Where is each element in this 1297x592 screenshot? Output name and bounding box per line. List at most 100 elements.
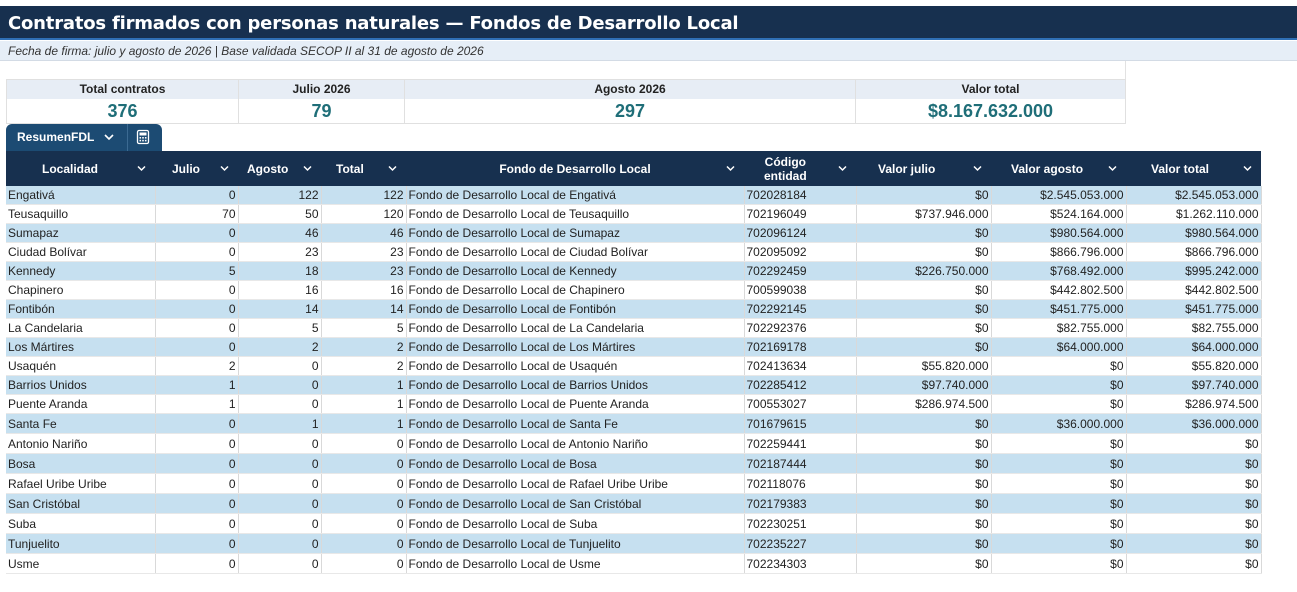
table-cell[interactable]: Sumapaz [6,223,156,243]
col-header-localidad[interactable]: Localidad [6,151,155,186]
table-cell[interactable]: 16 [238,280,322,300]
table-cell[interactable]: Kennedy [6,261,156,281]
table-cell[interactable]: 0 [238,493,322,514]
table-cell[interactable]: 120 [321,204,407,224]
filter-chevron-icon[interactable] [972,163,983,174]
table-cell[interactable]: 0 [238,356,322,376]
table-cell[interactable]: Fondo de Desarrollo Local de Fontibón [406,299,745,319]
table-cell[interactable]: $55.820.000 [856,356,992,376]
table-cell[interactable]: $0 [856,493,992,514]
table-cell[interactable]: 702259441 [744,433,857,454]
table-cell[interactable]: 1 [155,375,239,395]
table-cell[interactable]: Fondo de Desarrollo Local de Suba [406,513,745,534]
table-cell[interactable]: $0 [1126,533,1262,554]
table-cell[interactable]: Fondo de Desarrollo Local de Rafael Urib… [406,473,745,494]
table-cell[interactable]: $0 [1126,553,1262,574]
table-cell[interactable]: 0 [155,223,239,243]
col-header-total[interactable]: Total [321,151,406,186]
table-cell[interactable]: Usme [6,553,156,574]
table-cell[interactable]: $442.802.500 [1126,280,1262,300]
table-cell[interactable]: $55.820.000 [1126,356,1262,376]
table-cell[interactable]: 0 [155,493,239,514]
table-cell[interactable]: 0 [155,513,239,534]
table-cell[interactable]: 0 [321,513,407,534]
table-cell[interactable]: Fondo de Desarrollo Local de Antonio Nar… [406,433,745,454]
table-cell[interactable]: 702179383 [744,493,857,514]
table-cell[interactable]: $0 [856,337,992,357]
table-cell[interactable]: $0 [991,493,1127,514]
table-cell[interactable]: $737.946.000 [856,204,992,224]
table-cell[interactable]: 702095092 [744,242,857,262]
table-cell[interactable]: $2.545.053.000 [991,186,1127,205]
table-cell[interactable]: Fondo de Desarrollo Local de Los Mártire… [406,337,745,357]
table-cell[interactable]: 0 [155,318,239,338]
table-cell[interactable]: 2 [321,337,407,357]
table-cell[interactable]: 702169178 [744,337,857,357]
table-cell[interactable]: $768.492.000 [991,261,1127,281]
sheet-tab-resumenfdl[interactable]: ResumenFDL [6,124,162,151]
table-cell[interactable]: 0 [155,337,239,357]
table-cell[interactable]: Fondo de Desarrollo Local de Barrios Uni… [406,375,745,395]
table-cell[interactable]: $451.775.000 [991,299,1127,319]
table-cell[interactable]: $442.802.500 [991,280,1127,300]
col-header-agosto[interactable]: Agosto [238,151,321,186]
table-cell[interactable]: 1 [155,394,239,414]
table-cell[interactable]: $0 [1126,433,1262,454]
table-cell[interactable]: Fondo de Desarrollo Local de La Candelar… [406,318,745,338]
table-cell[interactable]: 0 [155,299,239,319]
table-cell[interactable]: 0 [238,453,322,474]
table-cell[interactable]: $0 [991,473,1127,494]
table-cell[interactable]: 700599038 [744,280,857,300]
table-cell[interactable]: 702285412 [744,375,857,395]
table-cell[interactable]: $451.775.000 [1126,299,1262,319]
table-cell[interactable]: $0 [1126,473,1262,494]
table-cell[interactable]: Engativá [6,186,156,205]
table-cell[interactable]: $0 [991,394,1127,414]
table-cell[interactable]: 0 [155,473,239,494]
table-cell[interactable]: 70 [155,204,239,224]
table-cell[interactable]: 0 [238,553,322,574]
table-cell[interactable]: $36.000.000 [1126,413,1262,434]
table-cell[interactable]: $82.755.000 [991,318,1127,338]
table-cell[interactable]: $226.750.000 [856,261,992,281]
table-cell[interactable]: $0 [1126,513,1262,534]
table-cell[interactable]: 0 [321,453,407,474]
table-cell[interactable]: 702234303 [744,553,857,574]
calculator-icon[interactable] [135,129,151,145]
table-cell[interactable]: 702292376 [744,318,857,338]
table-cell[interactable]: $286.974.500 [856,394,992,414]
table-cell[interactable]: 0 [155,280,239,300]
filter-chevron-icon[interactable] [725,163,736,174]
col-header-codigo[interactable]: Código entidad [744,151,856,186]
table-cell[interactable]: 23 [238,242,322,262]
table-cell[interactable]: Ciudad Bolívar [6,242,156,262]
table-cell[interactable]: 23 [321,242,407,262]
table-cell[interactable]: 0 [238,473,322,494]
table-cell[interactable]: $866.796.000 [991,242,1127,262]
table-cell[interactable]: Bosa [6,453,156,474]
table-cell[interactable]: $97.740.000 [1126,375,1262,395]
table-cell[interactable]: 0 [321,493,407,514]
filter-chevron-icon[interactable] [1242,163,1253,174]
table-cell[interactable]: 122 [321,186,407,205]
filter-chevron-icon[interactable] [302,163,313,174]
table-cell[interactable]: 702413634 [744,356,857,376]
table-cell[interactable]: $0 [991,533,1127,554]
table-cell[interactable]: $0 [1126,453,1262,474]
table-cell[interactable]: 0 [155,413,239,434]
table-cell[interactable]: 702292459 [744,261,857,281]
table-cell[interactable]: 1 [321,413,407,434]
table-cell[interactable]: 702292145 [744,299,857,319]
table-cell[interactable]: Rafael Uribe Uribe [6,473,156,494]
table-cell[interactable]: 702187444 [744,453,857,474]
table-cell[interactable]: $0 [856,513,992,534]
table-cell[interactable]: 1 [238,413,322,434]
table-cell[interactable]: $0 [991,375,1127,395]
table-cell[interactable]: 1 [321,394,407,414]
table-cell[interactable]: $0 [856,433,992,454]
table-cell[interactable]: $0 [856,223,992,243]
table-cell[interactable]: $0 [856,553,992,574]
filter-chevron-icon[interactable] [837,163,848,174]
table-cell[interactable]: $0 [856,299,992,319]
table-cell[interactable]: 1 [321,375,407,395]
